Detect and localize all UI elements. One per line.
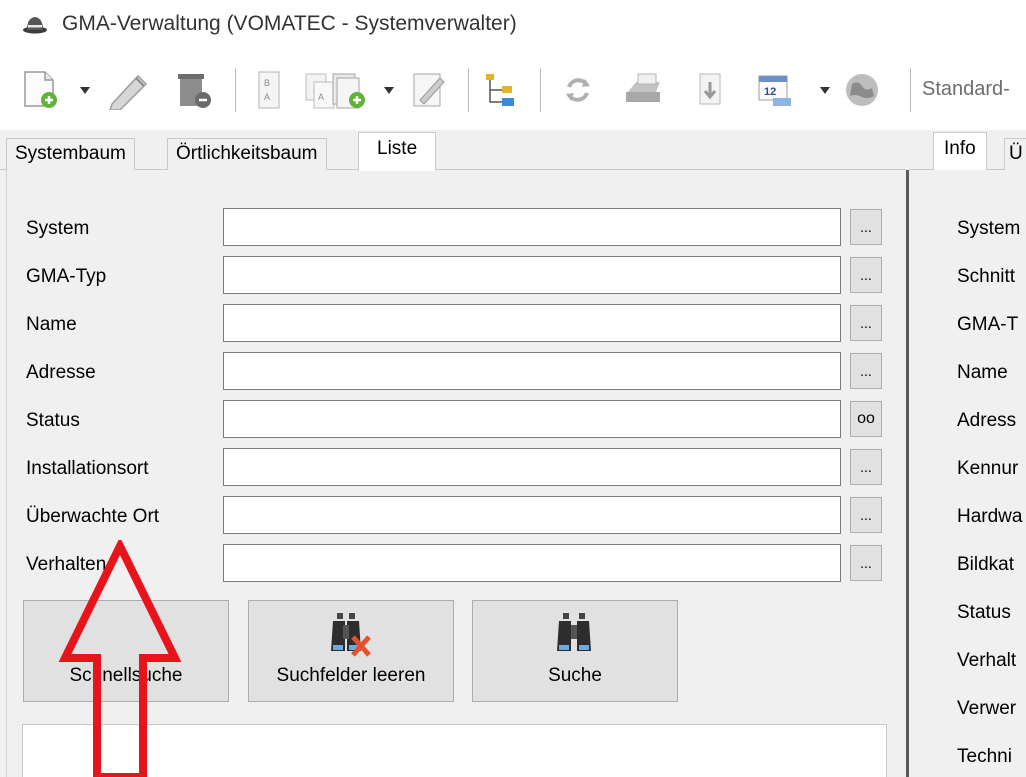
search-label: Suche <box>548 665 602 686</box>
print-icon <box>626 73 660 102</box>
new-document-button[interactable] <box>12 70 70 110</box>
binoculars-clear-icon <box>331 613 371 657</box>
app-window: GMA-Verwaltung (VOMATEC - Systemverwalte… <box>0 0 1026 777</box>
field-label-name: Name <box>26 314 77 335</box>
ueberwachte-ort-browse-button[interactable]: ... <box>850 497 882 533</box>
svg-text:B: B <box>264 78 270 88</box>
binoculars-icon <box>557 613 591 651</box>
toolbar-separator <box>235 68 236 112</box>
info-panel: System Schnitt GMA-T Name Adress Kennur … <box>909 170 1026 777</box>
left-tab-bar: Systembaum Örtlichkeitsbaum Liste <box>0 130 906 171</box>
adresse-browse-button[interactable]: ... <box>850 353 882 389</box>
tab-info[interactable]: Info <box>933 132 987 171</box>
search-button[interactable]: Suche <box>472 600 678 702</box>
print-button[interactable] <box>620 70 668 110</box>
tree-structure-button[interactable] <box>478 70 522 110</box>
svg-text:12: 12 <box>764 86 776 98</box>
field-label-ueberwachte-ort: Überwachte Ort <box>26 506 160 527</box>
info-label-name: Name <box>957 362 1008 383</box>
verhalten-browse-button[interactable]: ... <box>850 545 882 581</box>
tree-structure-icon <box>486 74 514 106</box>
toolbar: B A A 12 Standard- <box>0 50 1026 130</box>
status-input[interactable] <box>223 400 841 438</box>
toolbar-separator <box>468 68 469 112</box>
field-label-adresse: Adresse <box>26 362 96 383</box>
search-panel: System ... GMA-Typ ... Name ... Adresse … <box>6 170 906 777</box>
verhalten-input[interactable] <box>223 544 841 582</box>
adresse-input[interactable] <box>223 352 841 390</box>
tab-oertlichkeitsbaum[interactable]: Örtlichkeitsbaum <box>167 138 327 170</box>
results-list[interactable] <box>22 724 887 777</box>
calendar-icon: 12 <box>758 75 791 106</box>
info-label-bildkatalog: Bildkat <box>957 554 1015 575</box>
delete-icon <box>178 74 211 108</box>
clear-fields-label: Suchfelder leeren <box>276 665 426 686</box>
edit-pencil-icon <box>109 74 148 110</box>
toolbar-separator <box>910 68 911 112</box>
chevron-down-icon[interactable] <box>80 87 90 95</box>
schnellsuche-label: Schnellsuche <box>69 665 183 686</box>
right-tab-bar: Info Ü <box>909 130 1026 171</box>
svg-text:A: A <box>264 92 270 102</box>
status-select-button[interactable]: oo <box>850 401 882 437</box>
system-browse-button[interactable]: ... <box>850 209 882 245</box>
info-label-kennung: Kennur <box>957 458 1019 479</box>
field-label-status: Status <box>26 410 80 431</box>
installationsort-input[interactable] <box>223 448 841 486</box>
field-label-gma-typ: GMA-Typ <box>26 266 107 287</box>
new-document-icon <box>24 71 57 108</box>
field-label-system: System <box>26 218 90 239</box>
field-label-verhalten: Verhalten <box>26 554 107 575</box>
add-page-button[interactable] <box>320 70 376 110</box>
hat-icon <box>23 17 47 34</box>
toolbar-separator <box>540 68 541 112</box>
info-label-gma-typ: GMA-T <box>957 314 1019 335</box>
tab-liste[interactable]: Liste <box>358 132 437 171</box>
tab-systembaum[interactable]: Systembaum <box>6 138 135 170</box>
info-label-technik: Techni <box>957 746 1012 767</box>
edit-page-button[interactable] <box>406 70 452 110</box>
clear-fields-button[interactable]: Suchfelder leeren <box>248 600 454 702</box>
field-label-installationsort: Installationsort <box>26 458 149 479</box>
name-browse-button[interactable]: ... <box>850 305 882 341</box>
info-label-schnittstelle: Schnitt <box>957 266 1016 287</box>
ueberwachte-ort-input[interactable] <box>223 496 841 534</box>
system-input[interactable] <box>223 208 841 246</box>
gma-typ-input[interactable] <box>223 256 841 294</box>
info-label-verwendung: Verwer <box>957 698 1017 719</box>
layout-select[interactable]: Standard- <box>922 78 1010 101</box>
refresh-icon <box>566 78 590 102</box>
add-page-icon <box>332 73 365 109</box>
edit-button[interactable] <box>104 70 152 110</box>
installationsort-browse-button[interactable]: ... <box>850 449 882 485</box>
globe-button[interactable] <box>838 70 886 110</box>
edit-page-icon <box>413 73 445 107</box>
info-label-status: Status <box>957 602 1011 623</box>
name-input[interactable] <box>223 304 841 342</box>
refresh-button[interactable] <box>558 70 598 110</box>
info-label-hardware: Hardwa <box>957 506 1023 527</box>
chevron-down-icon[interactable] <box>384 87 394 95</box>
gma-typ-browse-button[interactable]: ... <box>850 257 882 293</box>
sort-button[interactable]: B A <box>250 70 290 110</box>
chevron-down-icon[interactable] <box>820 87 830 95</box>
tab-second[interactable]: Ü <box>1004 138 1026 170</box>
title-bar: GMA-Verwaltung (VOMATEC - Systemverwalte… <box>0 0 1026 50</box>
window-title: GMA-Verwaltung (VOMATEC - Systemverwalte… <box>62 12 517 35</box>
export-button[interactable] <box>690 70 730 110</box>
export-icon <box>699 73 721 105</box>
info-label-verhalten: Verhalt <box>957 650 1017 671</box>
info-label-adresse: Adress <box>957 410 1017 431</box>
calendar-button[interactable]: 12 <box>752 70 800 110</box>
schnellsuche-button[interactable]: Schnellsuche <box>23 600 229 702</box>
delete-button[interactable] <box>170 70 218 110</box>
sort-icon: B A <box>258 71 280 109</box>
info-label-system: System <box>957 218 1021 239</box>
globe-icon <box>846 74 878 106</box>
